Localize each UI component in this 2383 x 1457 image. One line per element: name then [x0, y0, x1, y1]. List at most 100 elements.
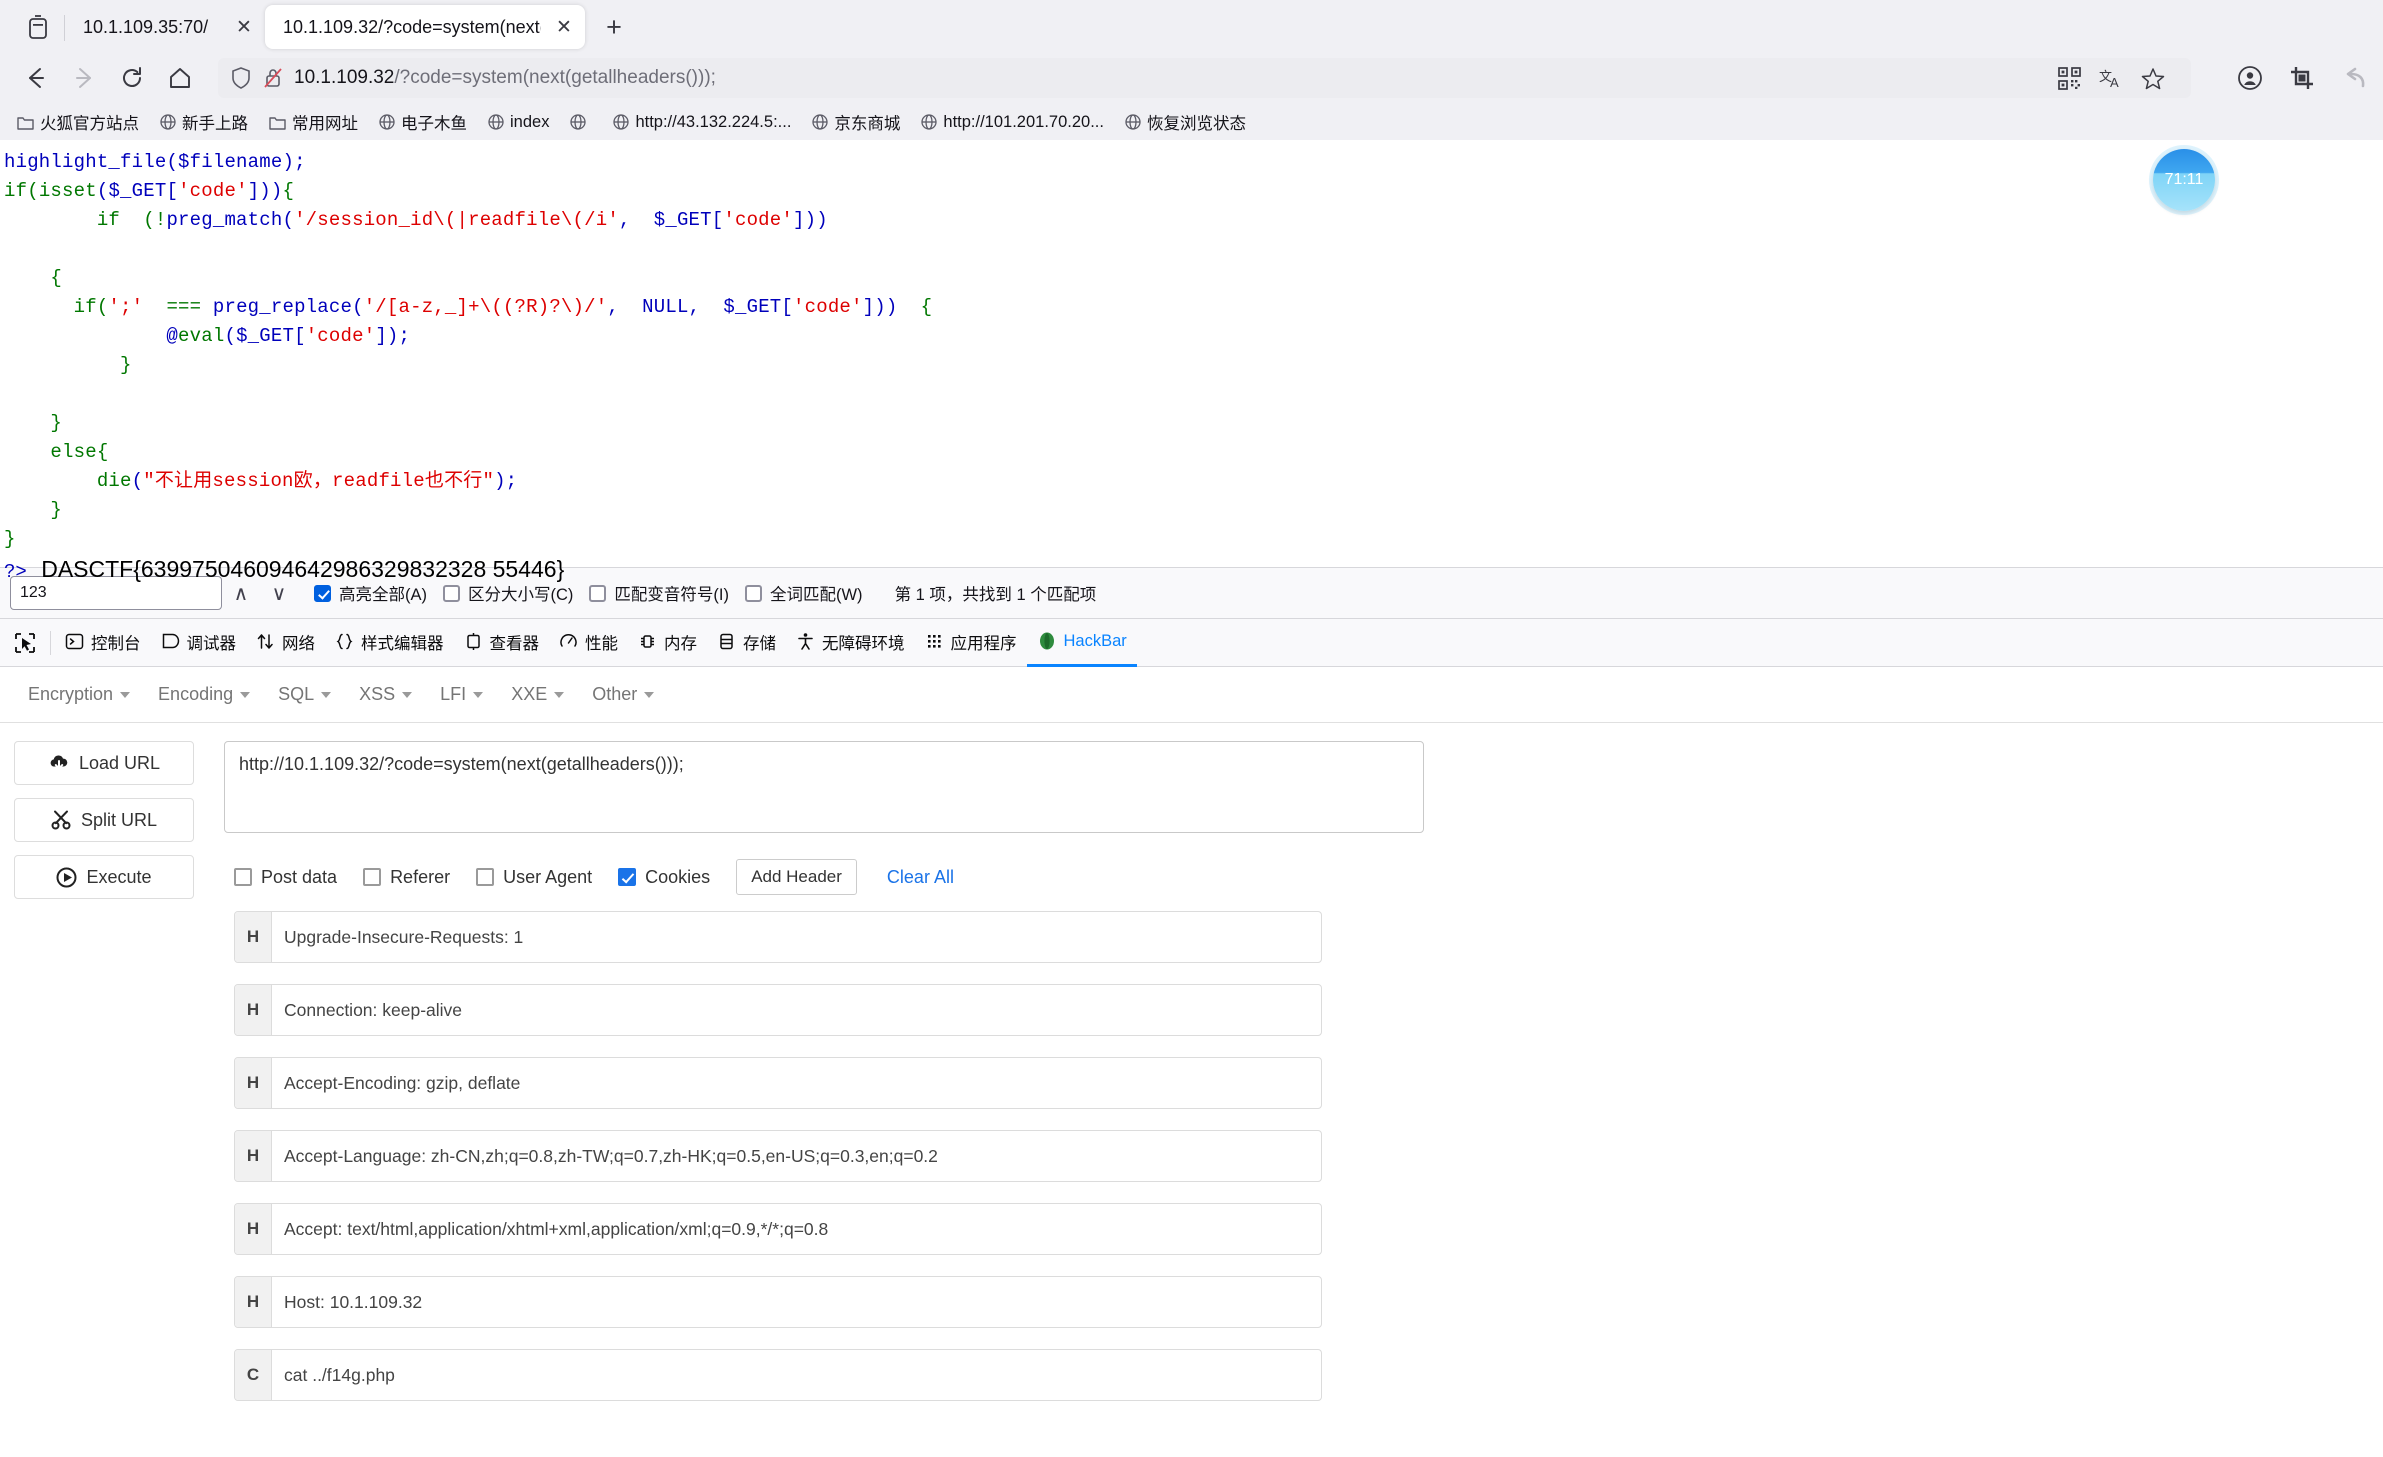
- code-token: if(: [4, 296, 109, 318]
- home-button[interactable]: [158, 56, 202, 100]
- find-next-button[interactable]: ∨: [260, 581, 298, 606]
- account-icon[interactable]: [2237, 65, 2263, 91]
- url-text: 10.1.109.32/?code=system(next(getallhead…: [294, 67, 716, 89]
- screenshot-crop-icon[interactable]: [2289, 65, 2315, 91]
- hackbar-menu-encoding[interactable]: Encoding: [144, 676, 264, 713]
- code-token: ';': [108, 296, 144, 318]
- devtools-tab-debugger[interactable]: 调试器: [151, 619, 247, 667]
- bookmark-item[interactable]: [563, 111, 599, 133]
- hackbar-menu-encryption[interactable]: Encryption: [14, 676, 144, 713]
- header-value-input[interactable]: Connection: keep-alive: [272, 985, 1321, 1035]
- browser-tab-2[interactable]: 10.1.109.32/?code=system(next( ✕: [265, 5, 585, 49]
- globe-icon: [921, 114, 938, 130]
- header-value-input[interactable]: Upgrade-Insecure-Requests: 1: [272, 912, 1321, 962]
- code-token: [: [166, 180, 179, 202]
- play-icon: [56, 867, 77, 887]
- forward-button[interactable]: [62, 56, 106, 100]
- header-row[interactable]: H Upgrade-Insecure-Requests: 1: [234, 911, 1322, 963]
- bookmark-item[interactable]: 恢复浏览状态: [1118, 107, 1253, 137]
- url-input[interactable]: http://10.1.109.32/?code=system(next(get…: [224, 741, 1424, 833]
- devtools-tab-console[interactable]: 控制台: [55, 619, 151, 667]
- bookmark-label: http://43.132.224.5:...: [635, 112, 792, 131]
- devtools-tab-style-editor[interactable]: 样式编辑器: [325, 619, 454, 667]
- add-header-button[interactable]: Add Header: [736, 859, 857, 895]
- devtools-tab-label: 查看器: [489, 634, 540, 653]
- bookmark-star-icon[interactable]: [2141, 67, 2165, 90]
- button-label: Execute: [86, 866, 152, 887]
- bookmark-item[interactable]: 常用网址: [262, 107, 365, 137]
- devtools-tab-memory[interactable]: 内存: [628, 619, 707, 667]
- devtools-tab-accessibility[interactable]: 无障碍环境: [786, 619, 915, 667]
- checkbox-icon[interactable]: [443, 584, 460, 602]
- address-bar[interactable]: 10.1.109.32/?code=system(next(getallhead…: [218, 58, 2191, 98]
- back-button[interactable]: [14, 56, 58, 100]
- header-row[interactable]: H Connection: keep-alive: [234, 984, 1322, 1036]
- devtools-tab-hackbar[interactable]: HackBar: [1026, 619, 1137, 667]
- checkbox-icon[interactable]: [744, 584, 762, 602]
- find-option-highlight-all[interactable]: 高亮全部(A): [314, 581, 427, 605]
- checkbox-icon[interactable]: [618, 868, 637, 886]
- header-value-input[interactable]: cat ../f14g.php: [272, 1350, 1321, 1400]
- option-referer[interactable]: Referer: [363, 867, 450, 888]
- bookmark-item[interactable]: 电子木鱼: [372, 107, 474, 137]
- reload-button[interactable]: [110, 56, 154, 100]
- hackbar-menu-other[interactable]: Other: [578, 676, 668, 713]
- find-option-whole-words[interactable]: 全词匹配(W): [744, 581, 863, 605]
- find-option-match-diacritics[interactable]: 匹配变音符号(I): [589, 581, 729, 605]
- code-token: $_GET: [108, 180, 167, 202]
- element-picker-button[interactable]: [4, 632, 46, 654]
- header-row[interactable]: H Accept-Language: zh-CN,zh;q=0.8,zh-TW;q…: [234, 1130, 1322, 1182]
- exam-timer-badge[interactable]: 71:11: [2153, 149, 2215, 211]
- checkbox-icon[interactable]: [234, 868, 252, 886]
- header-row[interactable]: Ccat ../f14g.php: [234, 1349, 1322, 1401]
- split-url-button[interactable]: Split URL: [14, 798, 194, 842]
- firefox-view-button[interactable]: [12, 5, 64, 49]
- bookmark-item[interactable]: 新手上路: [153, 107, 255, 137]
- execute-button[interactable]: Execute: [14, 855, 194, 899]
- header-value-input[interactable]: Accept-Language: zh-CN,zh;q=0.8,zh-TW;q=…: [272, 1131, 1321, 1181]
- clear-all-button[interactable]: Clear All: [887, 867, 954, 888]
- close-icon[interactable]: ✕: [231, 14, 257, 40]
- new-tab-button[interactable]: +: [593, 6, 635, 48]
- translate-icon[interactable]: 文 A: [2099, 67, 2123, 90]
- hackbar-menu-lfi[interactable]: LFI: [426, 676, 497, 713]
- devtools-tab-network[interactable]: 网络: [246, 619, 325, 667]
- checkbox-icon[interactable]: [589, 584, 607, 602]
- option-cookies[interactable]: Cookies: [618, 867, 710, 888]
- devtools-tab-storage[interactable]: 存储: [707, 619, 786, 667]
- header-row[interactable]: H Accept-Encoding: gzip, deflate: [234, 1057, 1322, 1109]
- bookmark-label: 京东商城: [834, 115, 901, 133]
- bookmark-item[interactable]: http://101.201.70.20...: [914, 110, 1111, 135]
- undo-back-icon[interactable]: [2341, 65, 2369, 91]
- bookmark-item[interactable]: 京东商城: [805, 107, 907, 137]
- header-value-input[interactable]: Host: 10.1.109.32: [272, 1277, 1321, 1327]
- header-value-input[interactable]: Accept-Encoding: gzip, deflate: [272, 1058, 1321, 1108]
- load-url-button[interactable]: Load URL: [14, 741, 194, 785]
- checkbox-icon[interactable]: [363, 868, 382, 886]
- bookmark-item[interactable]: http://43.132.224.5:...: [606, 110, 798, 135]
- devtools-tab-application[interactable]: 应用程序: [915, 619, 1027, 667]
- option-user-agent[interactable]: User Agent: [476, 867, 592, 888]
- code-token: [: [294, 325, 306, 347]
- bookmark-item[interactable]: index: [481, 110, 556, 135]
- hackbar-menu-xxe[interactable]: XXE: [497, 676, 578, 713]
- hackbar-menu-sql[interactable]: SQL: [264, 676, 345, 713]
- code-token: }: [4, 499, 63, 521]
- code-token: if (: [4, 209, 155, 231]
- bookmark-item[interactable]: 火狐官方站点: [10, 107, 146, 137]
- hackbar-menu-xss[interactable]: XSS: [345, 676, 426, 713]
- find-option-match-case[interactable]: 区分大小写(C): [443, 581, 573, 605]
- devtools-tab-performance[interactable]: 性能: [549, 619, 628, 667]
- find-previous-button[interactable]: ∧: [222, 581, 260, 606]
- option-post-data[interactable]: Post data: [234, 867, 337, 888]
- menu-label: LFI: [440, 684, 467, 704]
- header-row[interactable]: H Host: 10.1.109.32: [234, 1276, 1322, 1328]
- close-icon[interactable]: ✕: [551, 14, 577, 40]
- devtools-tab-inspector[interactable]: 查看器: [454, 619, 550, 667]
- browser-tab-1[interactable]: 10.1.109.35:70/ ✕: [65, 5, 265, 49]
- header-value-input[interactable]: Accept: text/html,application/xhtml+xml,…: [272, 1204, 1321, 1254]
- checkbox-icon[interactable]: [476, 868, 495, 886]
- checkbox-icon[interactable]: [314, 584, 331, 602]
- qrcode-icon[interactable]: [2058, 66, 2081, 90]
- header-row[interactable]: H Accept: text/html,application/xhtml+xml…: [234, 1203, 1322, 1255]
